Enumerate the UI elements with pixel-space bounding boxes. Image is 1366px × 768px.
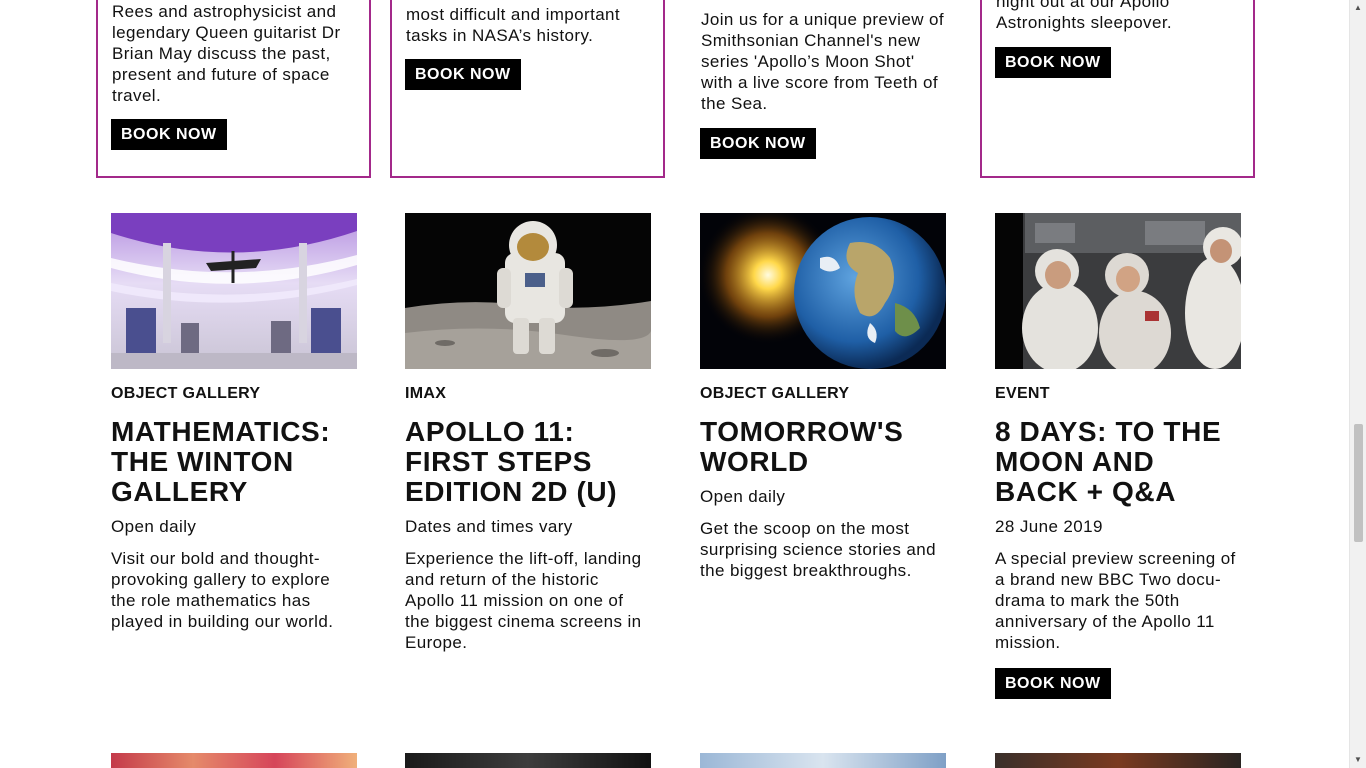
astronaut-on-moon-photo[interactable]: [405, 213, 651, 369]
card-apollo-11-imax[interactable]: IMAX APOLLO 11: FIRST STEPS EDITION 2D (…: [405, 213, 651, 653]
book-now-button[interactable]: BOOK NOW: [995, 47, 1111, 78]
card-title[interactable]: MATHEMATICS: THE WINTON GALLERY: [111, 417, 357, 507]
next-card-photo[interactable]: [405, 753, 651, 768]
card-date: Open daily: [111, 517, 197, 536]
card-title[interactable]: TOMORROW'S WORLD: [700, 417, 946, 477]
card-description: Experience the lift-off, landing and ret…: [405, 549, 642, 652]
card-mathematics[interactable]: OBJECT GALLERY MATHEMATICS: THE WINTON G…: [111, 213, 357, 632]
book-now-button[interactable]: BOOK NOW: [995, 668, 1111, 699]
card-title[interactable]: 8 DAYS: TO THE MOON AND BACK + Q&A: [995, 417, 1241, 507]
scrollbar-thumb[interactable]: [1354, 424, 1363, 542]
page: Rees and astrophysicist and legendary Qu…: [0, 0, 1366, 768]
event-description: Join us for a unique preview of Smithson…: [701, 10, 944, 113]
card-8-days[interactable]: EVENT 8 DAYS: TO THE MOON AND BACK + Q&A…: [995, 213, 1241, 699]
card-category: OBJECT GALLERY: [111, 385, 261, 402]
card-date: Dates and times vary: [405, 517, 573, 536]
event-description: most difficult and important tasks in NA…: [406, 5, 621, 45]
gallery-interior-photo[interactable]: [111, 213, 357, 369]
event-card-top-1: Rees and astrophysicist and legendary Qu…: [96, 0, 371, 178]
book-now-button[interactable]: BOOK NOW: [111, 119, 227, 150]
card-date: Open daily: [700, 487, 786, 506]
event-card-top-2: most difficult and important tasks in NA…: [390, 0, 665, 178]
next-card-photo[interactable]: [995, 753, 1241, 768]
next-card-photo[interactable]: [700, 753, 946, 768]
astronauts-in-capsule-photo[interactable]: [995, 213, 1241, 369]
card-category: OBJECT GALLERY: [700, 385, 850, 402]
event-card-top-4: night out at our Apollo Astronights slee…: [980, 0, 1255, 178]
next-card-photo[interactable]: [111, 753, 357, 768]
card-category: EVENT: [995, 385, 1050, 402]
book-now-button[interactable]: BOOK NOW: [700, 128, 816, 159]
card-tomorrows-world[interactable]: OBJECT GALLERY TOMORROW'S WORLD Open dai…: [700, 213, 946, 581]
earth-from-space-photo[interactable]: [700, 213, 946, 369]
card-category: IMAX: [405, 385, 447, 402]
event-description: night out at our Apollo Astronights slee…: [996, 0, 1173, 32]
vertical-scrollbar[interactable]: ▲ ▼: [1349, 0, 1366, 768]
event-description: Rees and astrophysicist and legendary Qu…: [112, 2, 341, 105]
card-description: Get the scoop on the most surprising sci…: [700, 519, 936, 580]
scroll-down-arrow-icon[interactable]: ▼: [1350, 752, 1366, 768]
card-description: Visit our bold and thought-provoking gal…: [111, 549, 334, 631]
card-title[interactable]: APOLLO 11: FIRST STEPS EDITION 2D (U): [405, 417, 651, 507]
scroll-up-arrow-icon[interactable]: ▲: [1350, 0, 1366, 16]
book-now-button[interactable]: BOOK NOW: [405, 59, 521, 90]
card-date: 28 June 2019: [995, 517, 1103, 536]
event-card-top-3: Join us for a unique preview of Smithson…: [685, 0, 960, 178]
card-description: A special preview screening of a brand n…: [995, 549, 1236, 652]
